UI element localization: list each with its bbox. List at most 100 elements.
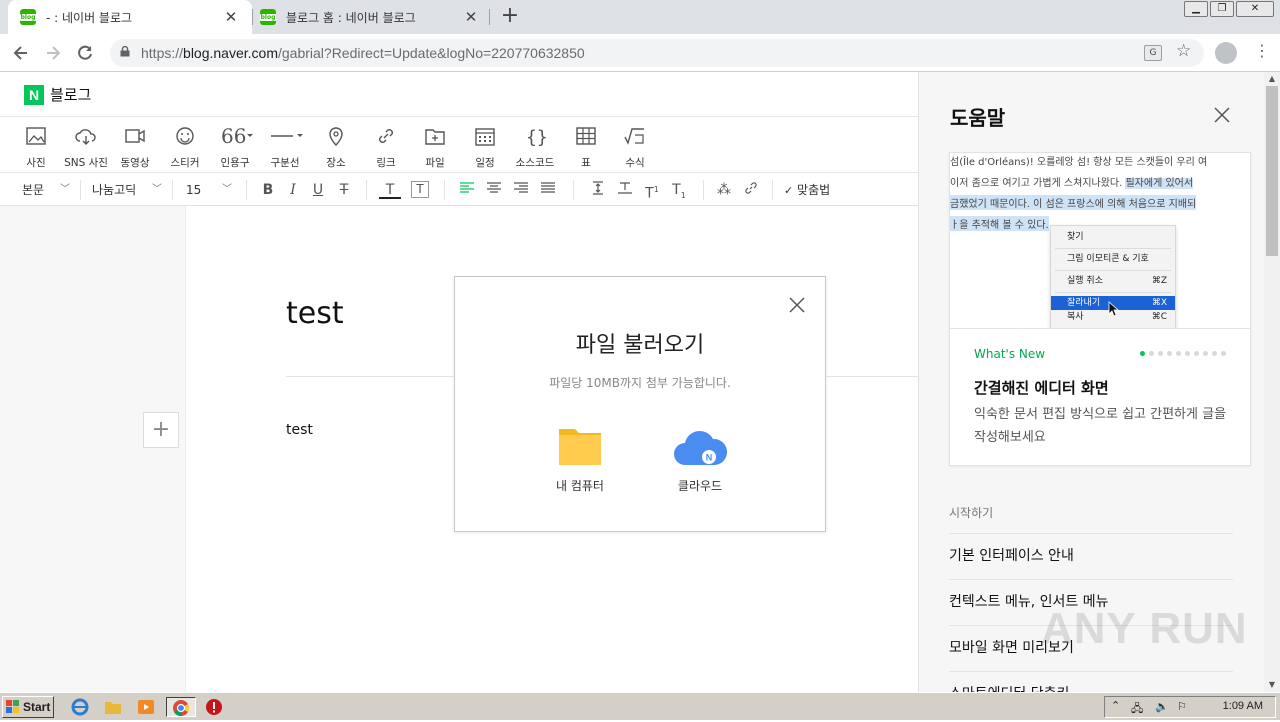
- bold-icon[interactable]: B: [257, 181, 279, 199]
- forward-button[interactable]: [42, 42, 64, 64]
- font-family-select[interactable]: 나눔고딕 ﹀: [92, 181, 166, 199]
- insert-schedule-button[interactable]: 일정: [458, 125, 512, 170]
- insert-sticker-button[interactable]: 스티커: [158, 125, 212, 170]
- chrome-taskbar-button[interactable]: [166, 697, 196, 717]
- font-size-select[interactable]: 15 ﹀: [186, 181, 238, 199]
- insert-toolbar: 사진 SNS 사진 동영상 스티커 66 인용구 구분선 장소 링크 파일 일정…: [0, 116, 918, 172]
- editor-left-gutter: [0, 206, 186, 692]
- carousel-dot[interactable]: [1221, 351, 1226, 356]
- scroll-down-icon[interactable]: ▼: [1264, 678, 1280, 692]
- carousel-dot[interactable]: [1167, 351, 1172, 356]
- insert-video-button[interactable]: 동영상: [108, 125, 162, 170]
- link-icon[interactable]: [740, 181, 762, 199]
- tab-blog-editor[interactable]: blog - : 네이버 블로그 ✕: [8, 0, 252, 34]
- separator: [444, 180, 445, 200]
- profile-avatar-icon[interactable]: [1215, 42, 1237, 64]
- insert-link-button[interactable]: 링크: [359, 125, 413, 170]
- insert-sns-photo-button[interactable]: SNS 사진: [59, 125, 113, 170]
- carousel-dot[interactable]: [1185, 351, 1190, 356]
- my-computer-option[interactable]: 내 컴퓨터: [530, 425, 630, 494]
- tab-blog-home[interactable]: blog 블로그 홈 : 네이버 블로그 ✕: [248, 0, 492, 34]
- post-title[interactable]: test: [286, 296, 344, 331]
- bookmark-star-icon[interactable]: ☆: [1176, 41, 1191, 61]
- scroll-up-icon[interactable]: ▲: [1264, 72, 1280, 86]
- carousel-dot[interactable]: [1140, 351, 1145, 356]
- help-item-interface[interactable]: 기본 인터페이스 안내: [949, 533, 1233, 579]
- new-tab-button[interactable]: +: [498, 4, 522, 28]
- cloud-option[interactable]: N 클라우드: [650, 425, 750, 494]
- text-color-icon[interactable]: T: [379, 181, 401, 199]
- spellcheck-button[interactable]: ✓ 맞춤법: [784, 181, 830, 199]
- insert-formula-button[interactable]: 수식: [608, 125, 662, 170]
- close-icon[interactable]: [1213, 106, 1231, 124]
- special-char-icon[interactable]: ⁂: [713, 181, 735, 199]
- page-scrollbar[interactable]: ▲ ▼: [1264, 72, 1280, 692]
- internet-explorer-icon[interactable]: [70, 697, 92, 717]
- naver-blog-favicon: blog: [19, 9, 37, 25]
- underline-icon[interactable]: U: [307, 181, 329, 199]
- window-close-button[interactable]: ✕: [1236, 1, 1274, 17]
- insert-quote-button[interactable]: 66 인용구: [208, 125, 262, 170]
- file-explorer-icon[interactable]: [103, 697, 125, 717]
- carousel-dot[interactable]: [1212, 351, 1217, 356]
- reload-button[interactable]: [74, 42, 96, 64]
- tray-expand-icon[interactable]: ⌃: [1111, 699, 1120, 712]
- align-center-icon[interactable]: [483, 181, 505, 199]
- restore-button[interactable]: ❐: [1210, 1, 1234, 17]
- cloud-badge: N: [706, 453, 713, 463]
- insert-photo-button[interactable]: 사진: [9, 125, 63, 170]
- line-height-icon[interactable]: [587, 181, 609, 199]
- align-justify-icon[interactable]: [537, 181, 559, 199]
- dialog-subtitle: 파일당 10MB까지 첨부 가능합니다.: [549, 376, 731, 390]
- blog-brand[interactable]: N 블로그: [24, 84, 91, 105]
- close-tab-icon[interactable]: ✕: [222, 8, 240, 26]
- close-tab-icon[interactable]: ✕: [462, 8, 480, 26]
- network-icon[interactable]: 🖧: [1131, 700, 1143, 719]
- text-background-icon[interactable]: T: [411, 181, 429, 198]
- align-left-icon[interactable]: [456, 181, 478, 199]
- insert-code-button[interactable]: {} 소스코드: [508, 125, 562, 170]
- scrollbar-thumb[interactable]: [1266, 86, 1278, 256]
- map-pin-icon: [329, 127, 343, 146]
- clock[interactable]: 1:09 AM: [1223, 700, 1263, 712]
- security-alert-icon[interactable]: [204, 697, 226, 717]
- chevron-down-icon: ﹀: [222, 184, 232, 195]
- insert-divider-button[interactable]: 구분선: [258, 125, 312, 170]
- superscript-icon[interactable]: T1: [641, 181, 663, 202]
- back-button[interactable]: [10, 42, 32, 64]
- italic-icon[interactable]: I: [282, 181, 304, 199]
- cloud-download-icon: [75, 129, 96, 145]
- subscript-icon[interactable]: T1: [668, 181, 690, 200]
- smile-icon: [176, 127, 194, 145]
- add-component-button[interactable]: +: [143, 412, 179, 448]
- formula-icon: [624, 128, 644, 145]
- carousel-dot[interactable]: [1176, 351, 1181, 356]
- paragraph-style-select[interactable]: 본문 ﹀: [22, 181, 74, 199]
- naver-cloud-icon: N: [674, 430, 728, 465]
- carousel-dot[interactable]: [1194, 351, 1199, 356]
- carousel-dot[interactable]: [1158, 351, 1163, 356]
- start-button[interactable]: Start: [2, 696, 54, 718]
- insert-place-button[interactable]: 장소: [309, 125, 363, 170]
- minimize-button[interactable]: ▁: [1184, 1, 1208, 17]
- feature-screenshot: 섬(Île d'Orléans)! 오를레앙 섬! 항상 모든 스캣들이 우리 …: [950, 153, 1250, 329]
- media-player-icon[interactable]: [136, 697, 158, 717]
- post-body-paragraph[interactable]: test: [286, 422, 313, 438]
- screenshot-text-line: 섬(Île d'Orléans)! 오를레앙 섬! 항상 모든 스캣들이 우리 …: [950, 157, 1208, 168]
- close-icon[interactable]: [787, 295, 807, 315]
- insert-table-button[interactable]: 표: [559, 125, 613, 170]
- letter-spacing-icon[interactable]: [614, 181, 636, 199]
- url-bar[interactable]: https://blog.naver.com/gabrial?Redirect=…: [110, 39, 1204, 67]
- align-right-icon[interactable]: [510, 181, 532, 199]
- volume-icon[interactable]: 🔈: [1155, 700, 1169, 713]
- whats-new-card[interactable]: 섬(Île d'Orléans)! 오를레앙 섬! 항상 모든 스캣들이 우리 …: [949, 152, 1251, 466]
- translate-icon[interactable]: G: [1144, 45, 1162, 61]
- carousel-dot[interactable]: [1203, 351, 1208, 356]
- flag-icon[interactable]: ⚐: [1177, 700, 1187, 713]
- help-title: 도움말: [950, 106, 1006, 130]
- strikethrough-icon[interactable]: T: [333, 181, 355, 199]
- menu-kebab-icon[interactable]: ⋮: [1254, 41, 1270, 60]
- carousel-dot[interactable]: [1149, 351, 1154, 356]
- help-item-shortcuts[interactable]: 스마트에디터 단축키: [949, 671, 1233, 692]
- insert-file-button[interactable]: 파일: [408, 125, 462, 170]
